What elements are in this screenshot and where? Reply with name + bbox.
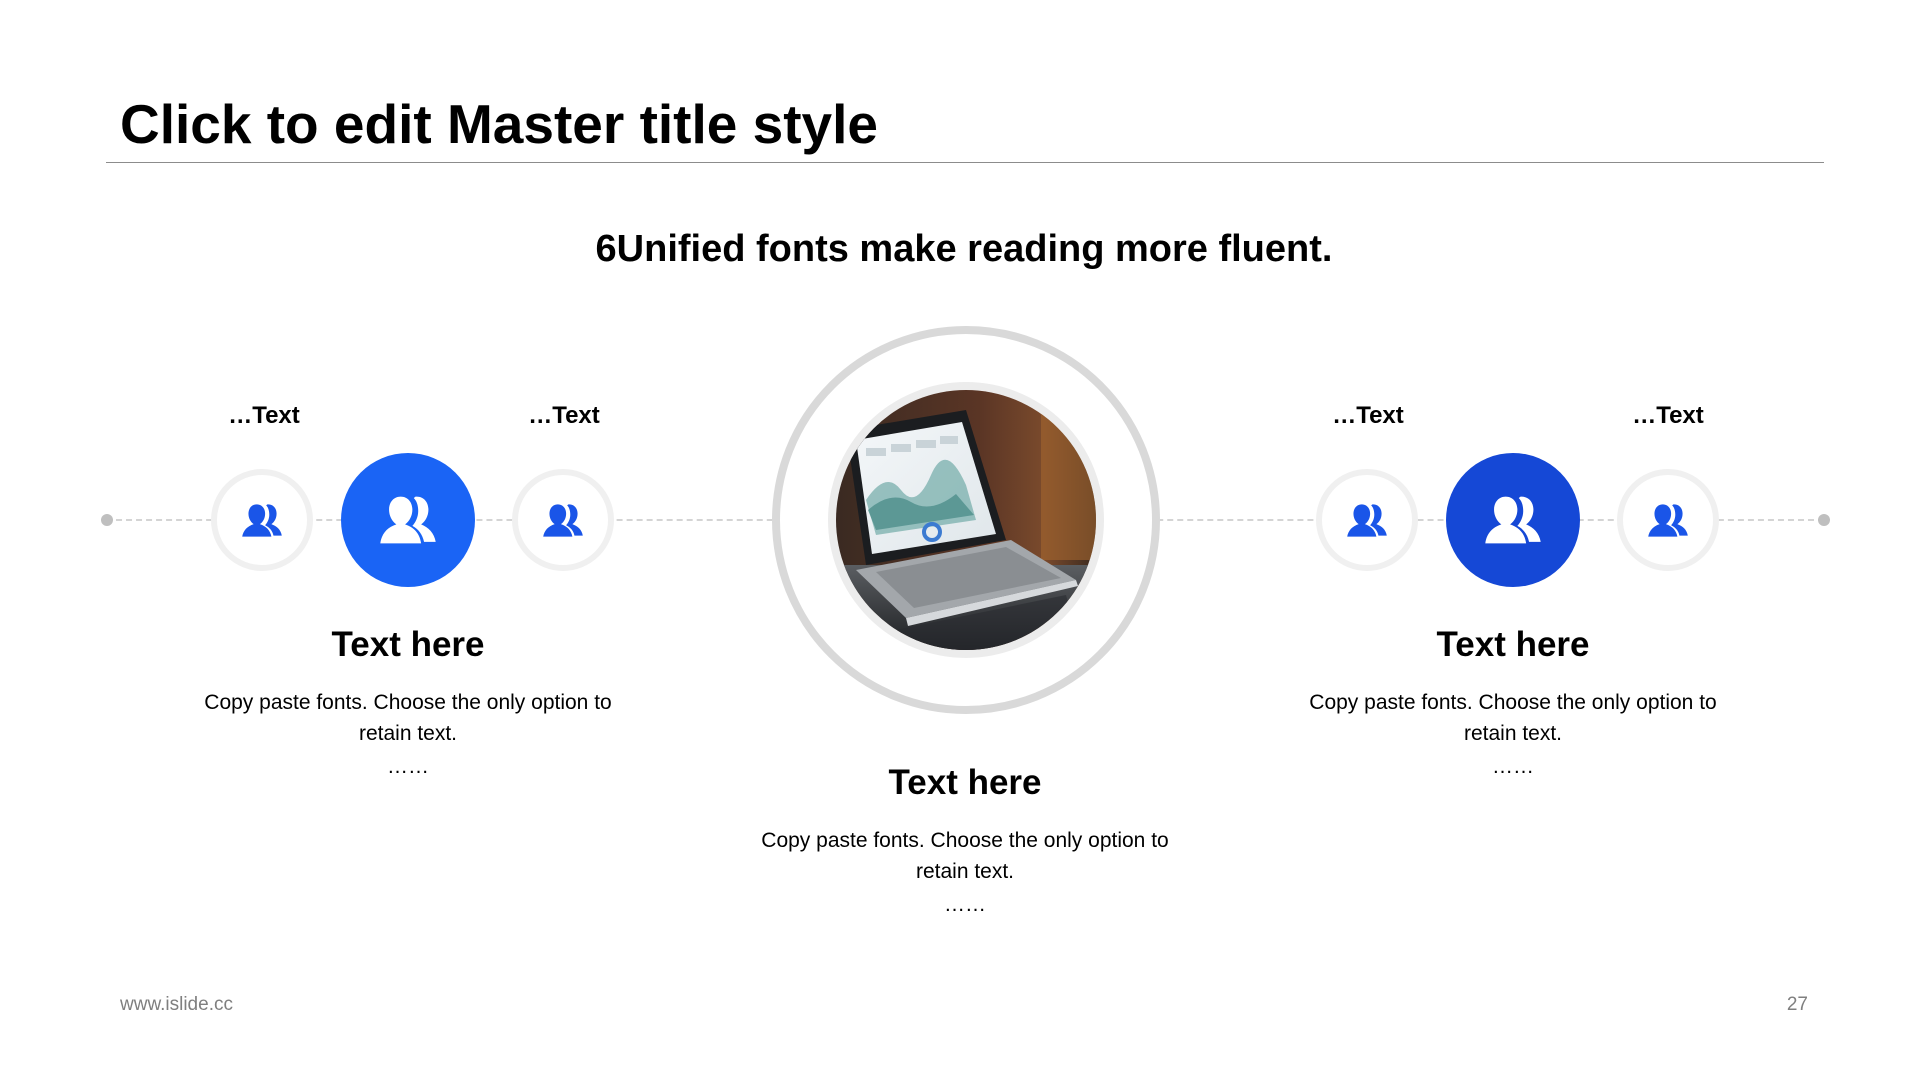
- user-group-icon: [1347, 504, 1387, 537]
- slide-title[interactable]: Click to edit Master title style: [120, 88, 878, 160]
- left-small-icon-circle-2[interactable]: [512, 469, 614, 571]
- left-group-label-right[interactable]: …Text: [494, 401, 634, 431]
- right-group-label-right[interactable]: …Text: [1598, 401, 1738, 431]
- page-number: 27: [1786, 994, 1808, 1015]
- right-main-icon-circle[interactable]: [1446, 453, 1580, 587]
- right-small-icon-circle-1[interactable]: [1316, 469, 1418, 571]
- right-group-heading[interactable]: Text here: [1303, 623, 1723, 667]
- right-group-label-left[interactable]: …Text: [1298, 401, 1438, 431]
- center-group-heading[interactable]: Text here: [755, 761, 1175, 805]
- user-group-icon: [380, 496, 436, 544]
- right-small-icon-circle-2[interactable]: [1617, 469, 1719, 571]
- user-group-icon: [1485, 496, 1541, 544]
- center-image-frame[interactable]: [828, 382, 1104, 658]
- center-group-ellipsis[interactable]: ……: [755, 893, 1175, 917]
- left-group-heading[interactable]: Text here: [198, 623, 618, 667]
- center-group-body[interactable]: Copy paste fonts. Choose the only option…: [755, 825, 1175, 887]
- user-group-icon: [543, 504, 583, 537]
- timeline-start-dot: [101, 514, 113, 526]
- left-small-icon-circle-1[interactable]: [211, 469, 313, 571]
- user-group-icon: [242, 504, 282, 537]
- left-group-body[interactable]: Copy paste fonts. Choose the only option…: [198, 687, 618, 749]
- timeline-end-dot: [1818, 514, 1830, 526]
- laptop-dashboard-photo: [836, 390, 1096, 650]
- right-group-body[interactable]: Copy paste fonts. Choose the only option…: [1303, 687, 1723, 749]
- left-group-ellipsis[interactable]: ……: [198, 755, 618, 779]
- slide-subtitle[interactable]: 6Unified fonts make reading more fluent.: [0, 223, 1920, 275]
- footer-url[interactable]: www.islide.cc: [120, 993, 233, 1017]
- left-group-label-left[interactable]: …Text: [194, 401, 334, 431]
- user-group-icon: [1648, 504, 1688, 537]
- right-group-ellipsis[interactable]: ……: [1303, 755, 1723, 779]
- left-main-icon-circle[interactable]: [341, 453, 475, 587]
- title-divider: [106, 162, 1824, 163]
